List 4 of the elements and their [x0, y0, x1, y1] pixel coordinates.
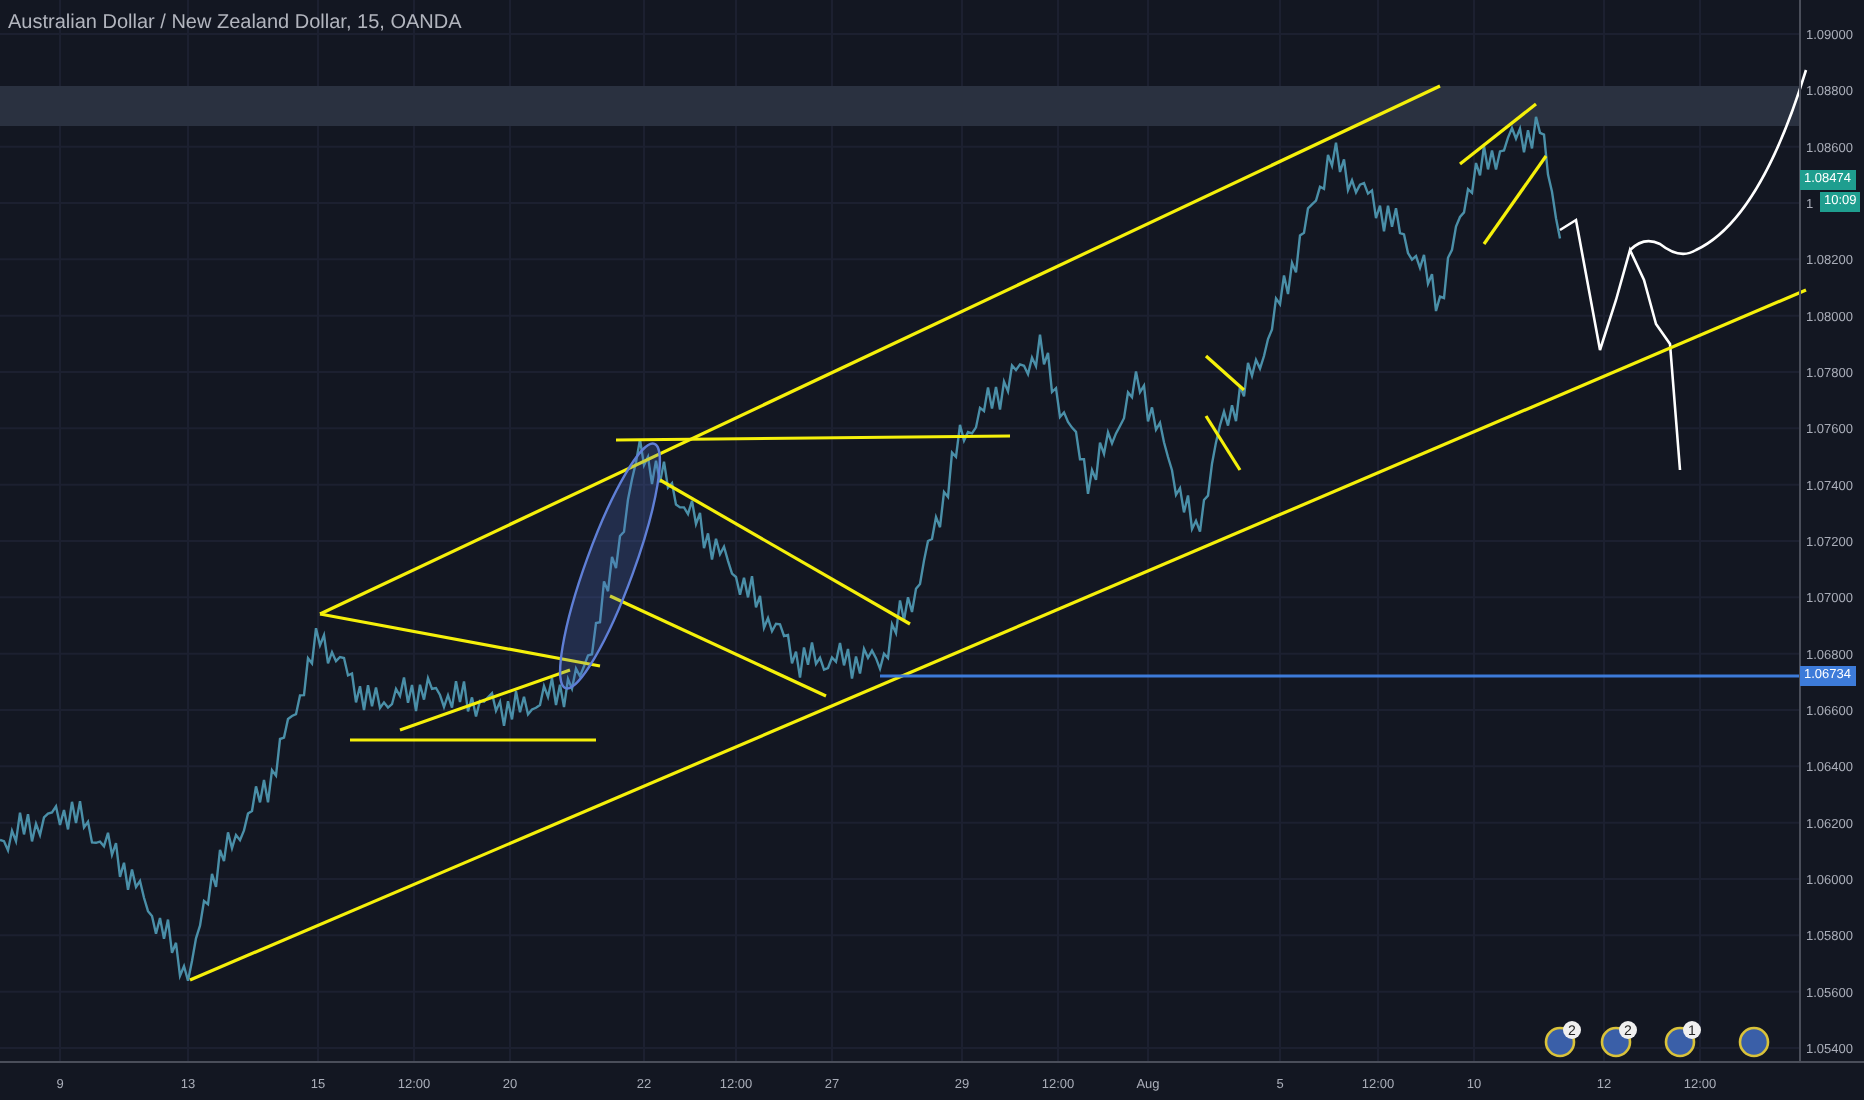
event-icon[interactable] [1738, 1026, 1770, 1058]
trend-line [1459, 102, 1537, 166]
chart-title: Australian Dollar / New Zealand Dollar, 15, OANDA [8, 12, 462, 34]
trend-line [1482, 155, 1548, 245]
